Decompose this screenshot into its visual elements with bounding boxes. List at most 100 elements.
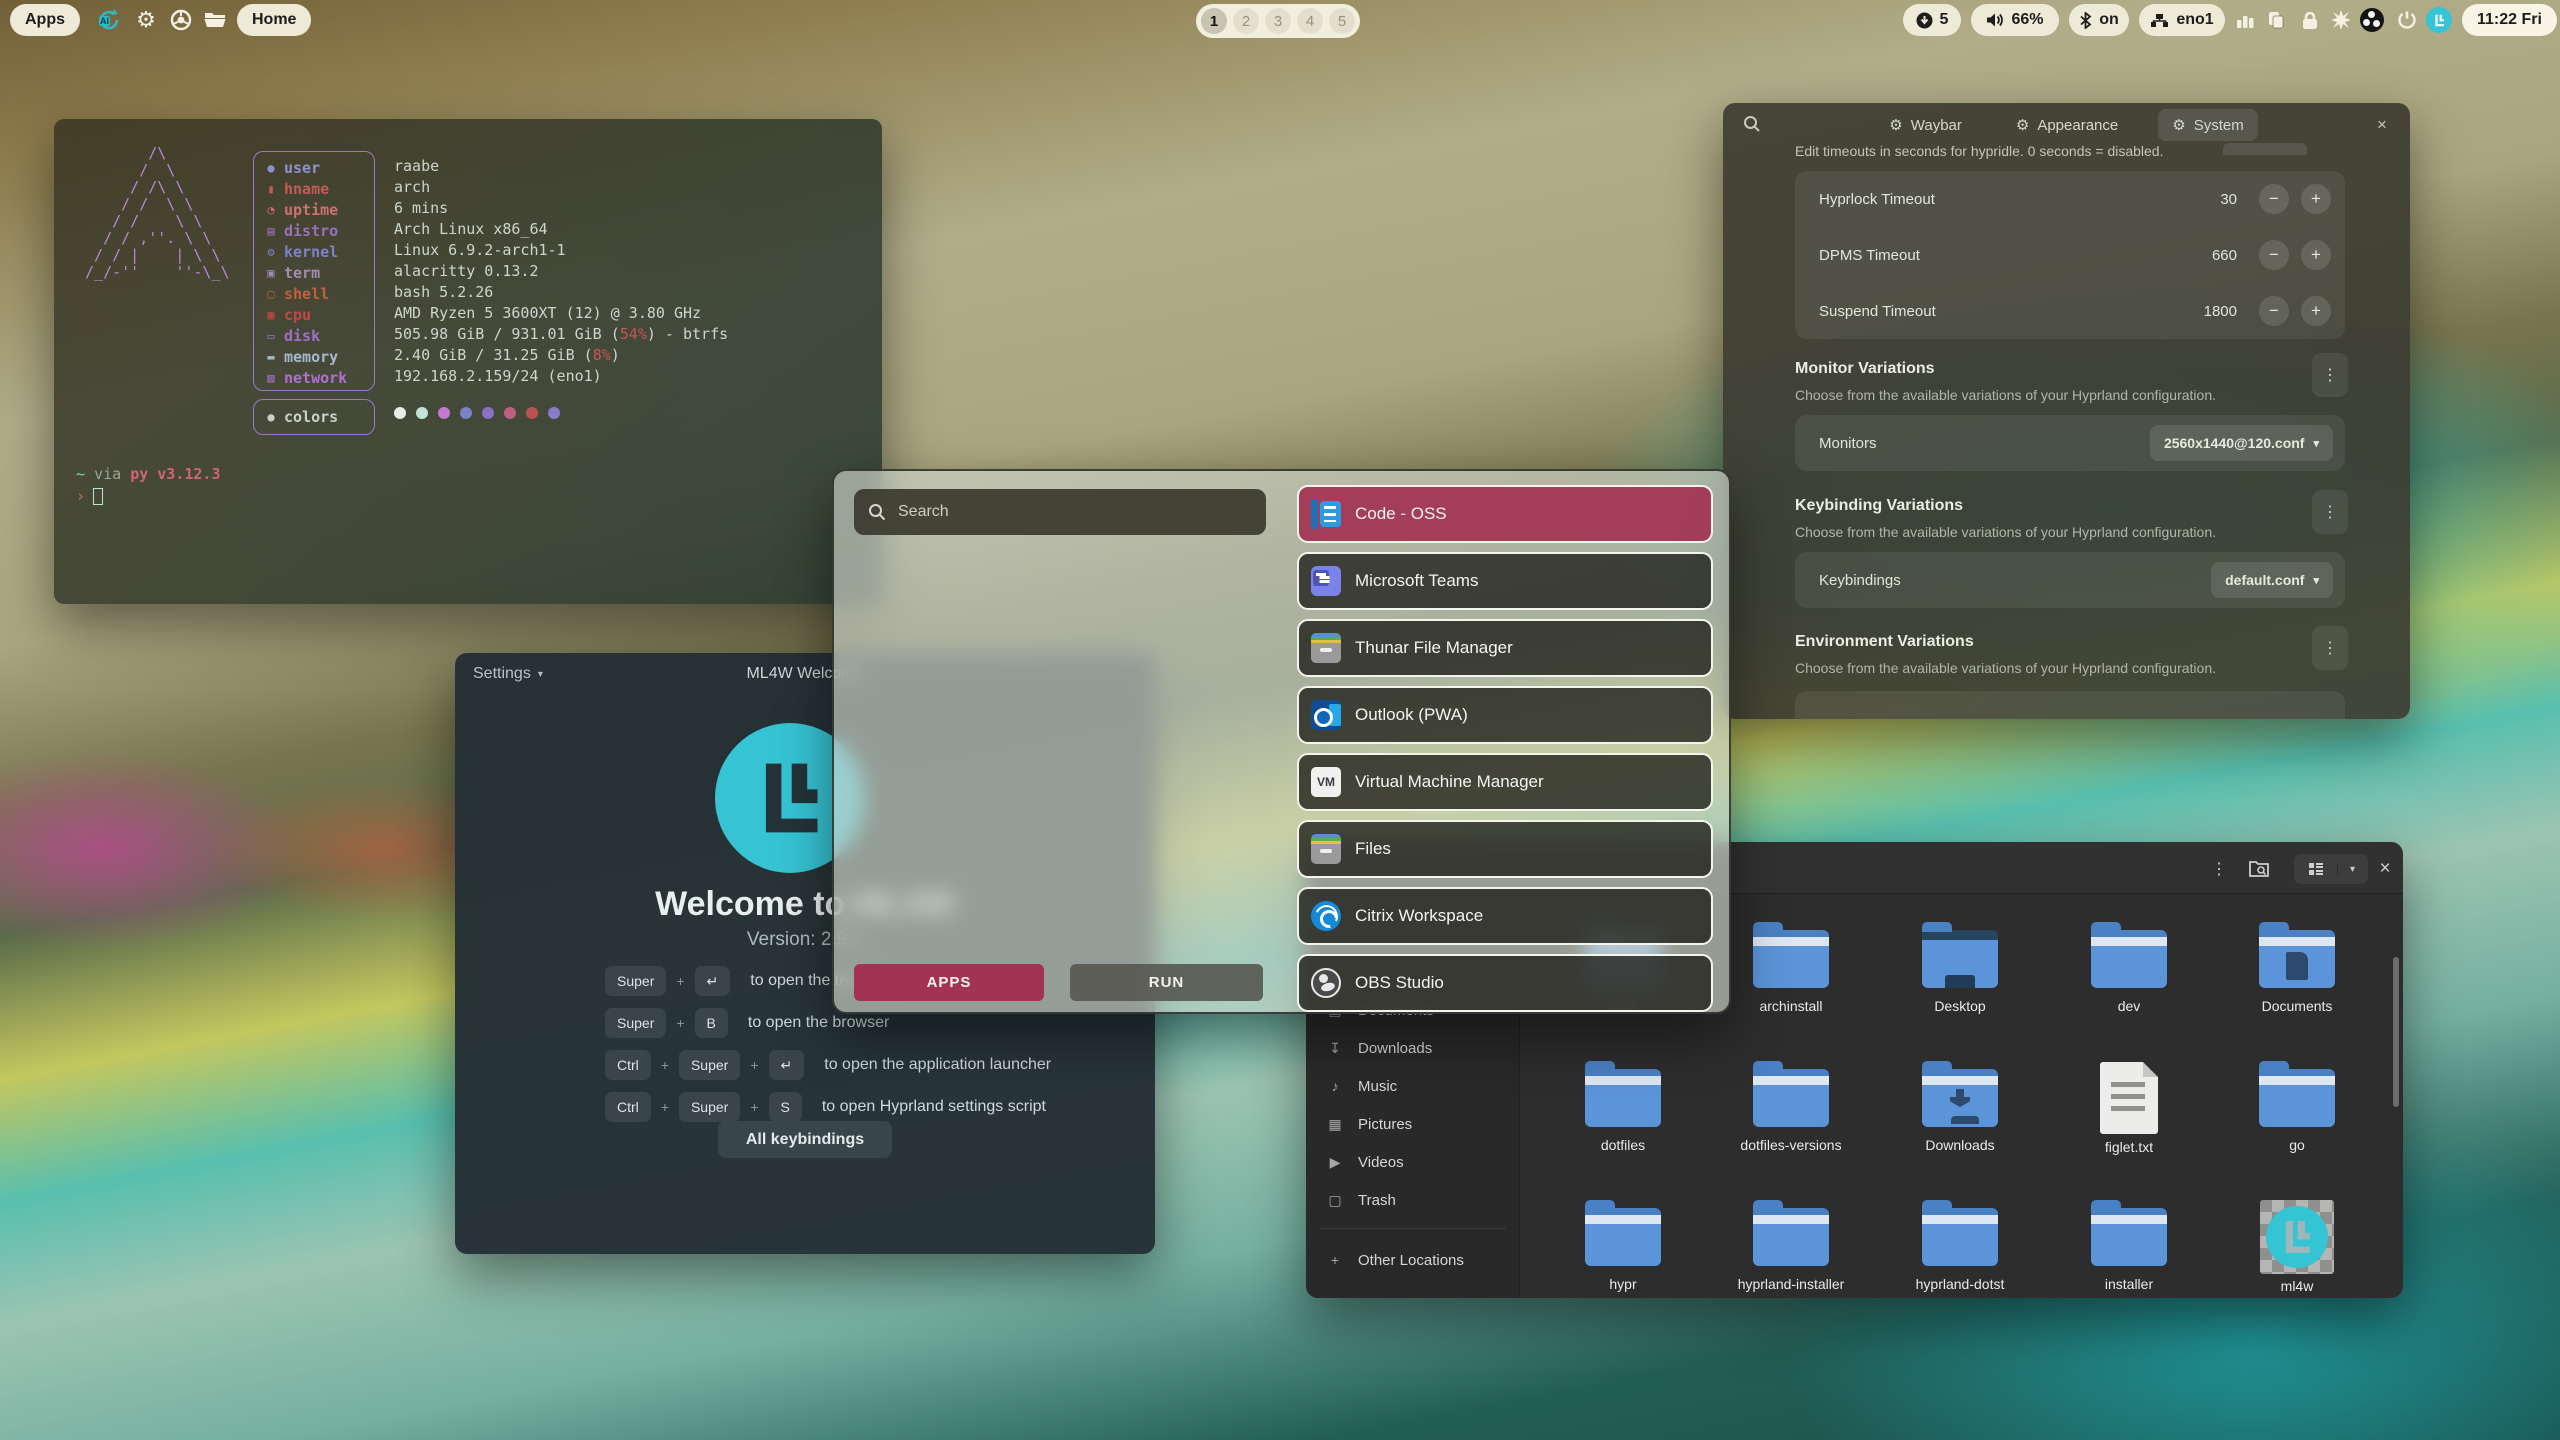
network-pill[interactable]: eno1	[2139, 4, 2225, 36]
home-button[interactable]: Home	[237, 4, 311, 36]
kebab-menu-icon[interactable]: ⋮	[2206, 856, 2232, 882]
fetch-row-7: ▦cpu	[264, 304, 374, 325]
file-cell[interactable]: hyprland-dotst	[1885, 1208, 2035, 1292]
search-folder-icon[interactable]	[2246, 856, 2272, 882]
file-cell[interactable]: go	[2222, 1069, 2372, 1153]
vmm-icon: VM	[1311, 767, 1341, 797]
updates-pill[interactable]: 5	[1903, 4, 1961, 36]
sidebar-item-videos[interactable]: ▶Videos	[1316, 1144, 1510, 1180]
launcher-item-teams[interactable]: Microsoft Teams	[1297, 552, 1713, 610]
launcher-item-code-oss[interactable]: Code - OSS	[1297, 485, 1713, 543]
minus-button[interactable]: −	[2259, 184, 2289, 214]
lock-icon[interactable]	[2297, 7, 2323, 33]
browser-icon[interactable]	[168, 7, 194, 33]
file-cell[interactable]: Desktop	[1885, 930, 2035, 1014]
close-icon[interactable]: ×	[2370, 113, 2394, 137]
clock[interactable]: 11:22 Fri	[2462, 4, 2557, 36]
file-cell[interactable]: dotfiles	[1548, 1069, 1698, 1153]
run-filter-button[interactable]: RUN	[1070, 964, 1263, 1001]
volume-pill[interactable]: 66%	[1971, 4, 2059, 36]
file-cell[interactable]: installer	[2054, 1208, 2204, 1292]
apps-menu-button[interactable]: Apps	[10, 4, 80, 36]
file-cell[interactable]: ml4w	[2222, 1200, 2372, 1294]
downloads-folder-icon	[1922, 1069, 1998, 1127]
file-cell[interactable]: dev	[2054, 930, 2204, 1014]
sidebar-item-other-locations[interactable]: +Other Locations	[1316, 1242, 1510, 1278]
key-chip: Super	[605, 1008, 666, 1038]
apps-filter-button[interactable]: APPS	[854, 964, 1044, 1001]
settings-gear-icon[interactable]: ⚙	[133, 7, 159, 33]
clipped-button[interactable]	[2223, 143, 2307, 155]
file-cell[interactable]: hyprland-installer	[1716, 1208, 1866, 1292]
file-cell[interactable]: archinstall	[1716, 930, 1866, 1014]
workspace-4[interactable]: 4	[1297, 8, 1323, 34]
timeout-row: DPMS Timeout 660 − +	[1795, 227, 2345, 283]
stats-bars-icon[interactable]	[2232, 7, 2258, 33]
ml4w-settings-window[interactable]: ⚙ Waybar ⚙ Appearance ⚙ System × Edit ti…	[1723, 103, 2410, 719]
close-icon[interactable]: ×	[2372, 856, 2398, 882]
bluetooth-pill[interactable]: on	[2069, 4, 2129, 36]
launcher-item-vmm[interactable]: VM Virtual Machine Manager	[1297, 753, 1713, 811]
launcher-item-citrix[interactable]: Citrix Workspace	[1297, 887, 1713, 945]
file-cell[interactable]: Documents	[2222, 930, 2372, 1014]
workspace-2[interactable]: 2	[1233, 8, 1259, 34]
key-chip: S	[769, 1092, 802, 1122]
tab-system[interactable]: ⚙ System	[2158, 109, 2257, 141]
keybindings-dropdown[interactable]: default.conf ▾	[2211, 562, 2333, 598]
search-input[interactable]	[898, 503, 1228, 521]
plus-button[interactable]: +	[2301, 296, 2331, 326]
ai-updater-icon[interactable]: AI	[96, 7, 122, 33]
grid-view-icon[interactable]	[2294, 863, 2338, 875]
keybindings-row: Keybindings default.conf ▾	[1795, 552, 2345, 608]
file-cell[interactable]: hypr	[1548, 1208, 1698, 1292]
monitors-dropdown[interactable]: 2560x1440@120.conf ▾	[2150, 425, 2333, 461]
launcher-item-files[interactable]: Files	[1297, 820, 1713, 878]
kebab-menu-icon[interactable]: ⋮	[2312, 353, 2348, 397]
launcher-item-outlook[interactable]: Outlook (PWA)	[1297, 686, 1713, 744]
palette-icon: ●	[264, 410, 278, 424]
section-title: Keybinding Variations	[1795, 497, 1963, 515]
sidebar-item-trash[interactable]: ▢Trash	[1316, 1182, 1510, 1218]
plus-button[interactable]: +	[2301, 240, 2331, 270]
file-manager-icon[interactable]	[202, 7, 228, 33]
ml4w-tray-icon[interactable]	[2426, 7, 2452, 33]
files-scrollbar[interactable]	[2393, 957, 2399, 1107]
monitors-row: Monitors 2560x1440@120.conf ▾	[1795, 415, 2345, 471]
file-cell[interactable]: dotfiles-versions	[1716, 1069, 1866, 1153]
folder-icon	[1585, 1069, 1661, 1127]
launcher-item-thunar[interactable]: Thunar File Manager	[1297, 619, 1713, 677]
file-cell[interactable]: Downloads	[1885, 1069, 2035, 1153]
workspace-1[interactable]: 1	[1201, 8, 1227, 34]
minus-button[interactable]: −	[2259, 240, 2289, 270]
launcher-search[interactable]	[854, 489, 1266, 535]
documents-folder-icon	[2259, 930, 2335, 988]
sidebar-item-music[interactable]: ♪Music	[1316, 1068, 1510, 1104]
sidebar-item-pictures[interactable]: ▦Pictures	[1316, 1106, 1510, 1142]
workspace-3[interactable]: 3	[1265, 8, 1291, 34]
tab-appearance[interactable]: ⚙ Appearance	[2002, 109, 2132, 141]
clipboard-icon[interactable]	[2263, 7, 2289, 33]
view-toggle[interactable]: ▾	[2294, 854, 2368, 884]
updates-count: 5	[1940, 11, 1949, 29]
sidebar-separator	[1320, 1228, 1506, 1229]
plus-button[interactable]: +	[2301, 184, 2331, 214]
obs-tray-icon[interactable]	[2359, 7, 2385, 33]
all-keybindings-button[interactable]: All keybindings	[718, 1121, 892, 1158]
file-cell[interactable]: figlet.txt	[2054, 1062, 2204, 1155]
tab-waybar[interactable]: ⚙ Waybar	[1875, 109, 1976, 141]
terminal-window[interactable]: /\ / \ / /\ \ / / \ \ / / \ \ / / ,''. \…	[54, 119, 882, 604]
shell-prompt[interactable]: ›	[76, 487, 103, 505]
minus-button[interactable]: −	[2259, 296, 2289, 326]
color-dot-1	[416, 407, 428, 419]
launcher-item-obs[interactable]: OBS Studio	[1297, 954, 1713, 1012]
workspace-5[interactable]: 5	[1329, 8, 1355, 34]
kebab-menu-icon[interactable]: ⋮	[2312, 490, 2348, 534]
fetch-row-6: ▢shell	[264, 283, 374, 304]
timeout-row: Hyprlock Timeout 30 − +	[1795, 171, 2345, 227]
power-icon[interactable]	[2394, 7, 2420, 33]
wallpaper-burst-icon[interactable]	[2328, 7, 2354, 33]
kebab-menu-icon[interactable]: ⋮	[2312, 626, 2348, 670]
sidebar-item-downloads[interactable]: ↧Downloads	[1316, 1030, 1510, 1066]
settings-headerbar: ⚙ Waybar ⚙ Appearance ⚙ System ×	[1723, 103, 2410, 147]
view-dropdown-icon[interactable]: ▾	[2338, 864, 2367, 875]
